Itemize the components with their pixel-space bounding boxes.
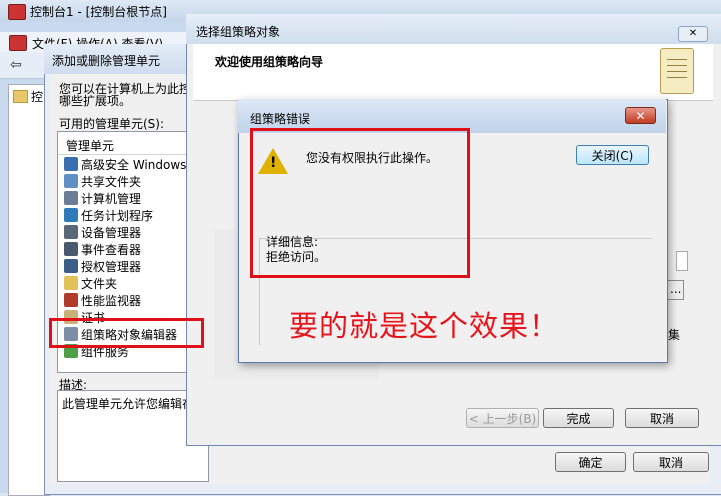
list-header-label: 管理单元: [66, 139, 115, 153]
list-item-label: 共享文件夹: [81, 175, 142, 189]
list-item[interactable]: 高级安全 Windows...: [64, 156, 198, 173]
wizard-browse-button[interactable]: ...: [666, 280, 684, 300]
list-header[interactable]: 管理单元: [58, 132, 203, 155]
list-item-label: 授权管理器: [81, 260, 142, 274]
list-item[interactable]: 共享文件夹: [64, 173, 141, 190]
list-item-label: 高级安全 Windows...: [81, 158, 198, 172]
annotation-highlight-error: [250, 128, 470, 278]
wizard-edge-text: 集: [668, 328, 681, 342]
wizard-title: 选择组策略对象: [196, 25, 281, 39]
mmc-menu-icon: [9, 35, 27, 51]
intro-line-2: 哪些扩展项。: [59, 94, 132, 108]
list-item[interactable]: 授权管理器: [64, 258, 141, 275]
mmc-app-icon: [8, 4, 26, 20]
list-item-label: 事件查看器: [81, 243, 142, 257]
list-item[interactable]: 性能监视器: [64, 292, 141, 309]
list-item-label: 设备管理器: [81, 226, 142, 240]
folder-icon: [64, 276, 78, 290]
tree-item-label[interactable]: 控: [31, 88, 43, 105]
wizard-cancel-button[interactable]: 取消: [625, 408, 699, 428]
scroll-icon: [660, 48, 694, 94]
list-item[interactable]: 设备管理器: [64, 224, 141, 241]
list-item[interactable]: 计算机管理: [64, 190, 141, 207]
list-item[interactable]: 任务计划程序: [64, 207, 153, 224]
error-close-x-button[interactable]: ✕: [625, 107, 656, 124]
annotation-caption: 要的就是这个效果！: [289, 309, 560, 343]
list-item[interactable]: 文件夹: [64, 275, 117, 292]
wizard-text-field[interactable]: [676, 251, 688, 271]
folder-icon: [13, 90, 28, 103]
event-viewer-icon: [64, 242, 78, 256]
error-close-button[interactable]: 关闭(C): [576, 145, 649, 165]
list-item[interactable]: 事件查看器: [64, 241, 141, 258]
list-item-label: 性能监视器: [81, 294, 142, 308]
back-button[interactable]: < 上一步(B): [466, 408, 539, 428]
shared-folder-icon: [64, 174, 78, 188]
list-item-label: 文件夹: [81, 277, 118, 291]
wizard-close-button[interactable]: ✕: [678, 26, 708, 42]
description-text: 此管理单元允许您编辑在: [62, 397, 195, 411]
list-item-label: 任务计划程序: [81, 209, 154, 223]
wizard-title-bar: 选择组策略对象: [186, 14, 721, 44]
available-label: 可用的管理单元(S):: [59, 117, 165, 131]
firewall-icon: [64, 157, 78, 171]
close-icon: ✕: [688, 28, 698, 39]
back-arrow-icon[interactable]: ⇦: [10, 57, 22, 73]
wizard-header: 欢迎使用组策略向导: [193, 44, 713, 101]
error-title: 组策略错误: [250, 112, 311, 126]
add-remove-title: 添加或删除管理单元: [52, 54, 161, 68]
close-icon: ✕: [635, 109, 646, 123]
mmc-title: 控制台1 - [控制台根节点]: [30, 5, 167, 19]
add-remove-cancel-button[interactable]: 取消: [633, 452, 709, 472]
device-manager-icon: [64, 225, 78, 239]
authorization-icon: [64, 259, 78, 273]
browse-label: ...: [670, 282, 682, 296]
wizard-heading: 欢迎使用组策略向导: [215, 55, 324, 69]
clock-icon: [64, 208, 78, 222]
finish-button[interactable]: 完成: [543, 408, 614, 428]
computer-management-icon: [64, 191, 78, 205]
annotation-highlight-gpo-item: [49, 318, 204, 348]
list-item-label: 计算机管理: [81, 192, 142, 206]
performance-icon: [64, 293, 78, 307]
ok-button[interactable]: 确定: [555, 452, 626, 472]
